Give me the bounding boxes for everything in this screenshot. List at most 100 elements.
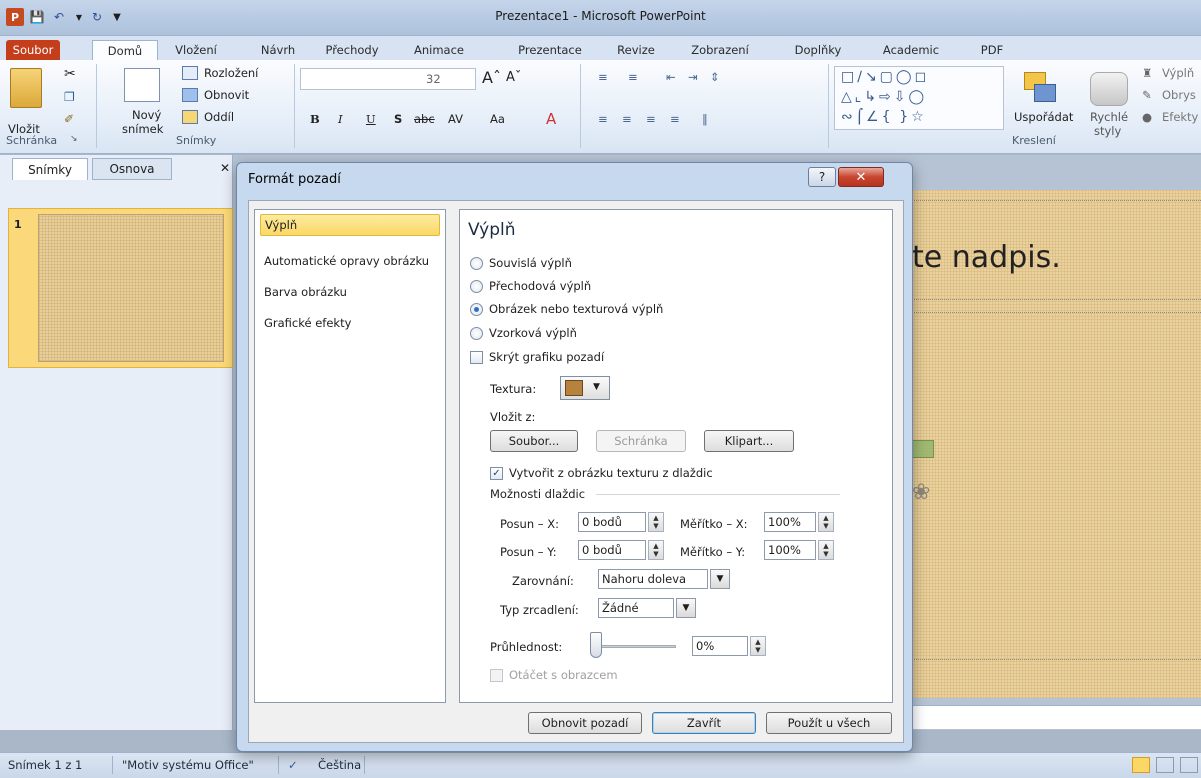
scale-x-spinner[interactable]: ▲ ▼ [818,512,834,532]
tab-slides[interactable]: Snímky [12,158,88,180]
italic-icon[interactable]: I [338,112,343,126]
transparency-slider-thumb[interactable] [590,632,602,658]
tab-pdf[interactable]: PDF [972,40,1012,60]
transparency-slider-track[interactable] [594,645,676,648]
mirror-select[interactable]: Žádné [598,598,674,618]
checkbox-checked[interactable]: ✓ [490,466,503,480]
change-case-icon[interactable]: Aa [490,112,505,126]
columns-icon[interactable]: ‖ [702,112,708,126]
justify-icon[interactable]: ≡ [670,112,680,126]
align-center-icon[interactable]: ≡ [622,112,632,126]
font-size-value[interactable]: 32 [426,72,441,86]
tab-academic[interactable]: Academic [878,40,944,60]
dialog-launcher-icon[interactable]: ↘ [70,134,78,144]
shape-outline-button[interactable]: Obrys [1162,88,1196,102]
radio-button[interactable] [470,279,483,293]
section-button[interactable]: Oddíl [204,110,234,124]
insert-media-icon[interactable]: ❀ [912,480,930,505]
new-slide-icon[interactable] [124,68,160,102]
texture-picker[interactable]: ▼ [560,376,610,400]
layout-icon[interactable] [182,66,198,80]
reset-slide-icon[interactable] [182,88,198,102]
help-icon[interactable]: ? [808,167,836,187]
copy-icon[interactable]: ❐ [64,90,75,104]
file-button[interactable]: Soubor... [490,430,578,452]
reset-button[interactable]: Obnovit [204,88,249,102]
offset-y-spinner[interactable]: ▲ ▼ [648,540,664,560]
offset-x-input[interactable]: 0 bodů [578,512,646,532]
bold-icon[interactable]: B [310,112,320,126]
picture-fill-option[interactable]: Obrázek nebo texturová výplň [470,300,663,318]
underline-icon[interactable]: U [366,112,376,126]
quick-styles-icon[interactable] [1090,72,1128,106]
section-icon[interactable] [182,110,198,124]
scale-x-input[interactable]: 100% [764,512,816,532]
tab-view[interactable]: Zobrazení [678,40,762,60]
grow-font-icon[interactable]: Aˆ [482,68,501,87]
align-left-icon[interactable]: ≡ [598,112,608,126]
font-name-box[interactable] [300,68,476,90]
numbering-icon[interactable]: ≡ [628,70,638,84]
chevron-down-icon[interactable]: ▼ [710,569,730,589]
line-spacing-icon[interactable]: ⇕ [710,70,720,84]
quick-styles-label[interactable]: Rychlé [1090,110,1128,124]
increase-indent-icon[interactable]: ⇥ [688,70,698,84]
theme-name[interactable]: "Motiv systému Office" [122,758,254,772]
shrink-font-icon[interactable]: Aˇ [506,70,521,85]
decrease-indent-icon[interactable]: ⇤ [666,70,676,84]
nav-item-picture-corrections[interactable]: Automatické opravy obrázku [260,250,440,272]
scale-y-spinner[interactable]: ▲ ▼ [818,540,834,560]
content-placeholder[interactable] [912,312,1201,660]
radio-button[interactable] [470,256,483,270]
shapes-gallery[interactable]: □∕↘▢◯◻ △⌞↳⇨⇩◯ ∾⌠∠{ }☆ [834,66,1004,130]
nav-item-fill[interactable]: Výplň [260,214,440,236]
solid-fill-option[interactable]: Souvislá výplň [470,254,572,272]
transparency-input[interactable]: 0% [692,636,748,656]
close-button[interactable]: Zavřít [652,712,756,734]
shape-fill-icon[interactable]: ♜ [1142,66,1152,80]
chevron-down-icon[interactable]: ▼ [676,598,696,618]
title-placeholder-text[interactable]: te nadpis. [912,240,1061,275]
tab-home[interactable]: Domů [92,40,158,61]
strikethrough-icon[interactable]: abc [414,112,435,126]
tab-transitions[interactable]: Přechody [318,40,386,60]
language[interactable]: Čeština [318,758,361,772]
transparency-spinner[interactable]: ▲ ▼ [750,636,766,656]
tab-addins[interactable]: Doplňky [788,40,848,60]
clipart-button[interactable]: Klipart... [704,430,794,452]
format-painter-icon[interactable]: ✐ [64,112,74,126]
new-slide-label[interactable]: Nový [132,108,161,122]
pattern-fill-option[interactable]: Vzorková výplň [470,324,577,342]
offset-y-input[interactable]: 0 bodů [578,540,646,560]
gradient-fill-option[interactable]: Přechodová výplň [470,277,591,295]
nav-item-artistic-effects[interactable]: Grafické efekty [260,312,440,334]
tab-design[interactable]: Návrh [256,40,300,60]
radio-button[interactable] [470,326,483,340]
notes-pane[interactable] [905,705,1201,729]
radio-button-selected[interactable] [470,302,483,316]
tab-file[interactable]: Soubor [6,40,60,60]
tile-checkbox-row[interactable]: ✓ Vytvořit z obrázku texturu z dlaždic [490,464,713,482]
shape-fill-button[interactable]: Výplň [1162,66,1194,80]
tab-slideshow[interactable]: Prezentace [508,40,592,60]
shape-effects-icon[interactable]: ● [1142,110,1152,124]
alignment-select[interactable]: Nahoru doleva [598,569,708,589]
shape-effects-button[interactable]: Efekty [1162,110,1198,124]
shape-outline-icon[interactable]: ✎ [1142,88,1152,102]
tab-outline[interactable]: Osnova [92,158,172,180]
font-color-icon[interactable]: A [546,110,556,128]
apply-to-all-button[interactable]: Použít u všech [766,712,892,734]
align-right-icon[interactable]: ≡ [646,112,656,126]
arrange-label[interactable]: Uspořádat [1014,110,1073,124]
insert-smartart-icon[interactable] [912,440,934,458]
new-slide-label-2[interactable]: snímek [122,122,163,136]
arrange-icon[interactable] [1024,72,1058,106]
spellcheck-icon[interactable]: ✓ [288,758,298,772]
close-icon[interactable]: ✕ [838,167,884,187]
bullets-icon[interactable]: ≡ [598,70,608,84]
paste-icon[interactable] [10,68,42,108]
shadow-icon[interactable]: S [394,112,402,126]
cut-icon[interactable]: ✂ [64,66,76,82]
slide-thumbnail[interactable] [38,214,224,362]
scale-y-input[interactable]: 100% [764,540,816,560]
